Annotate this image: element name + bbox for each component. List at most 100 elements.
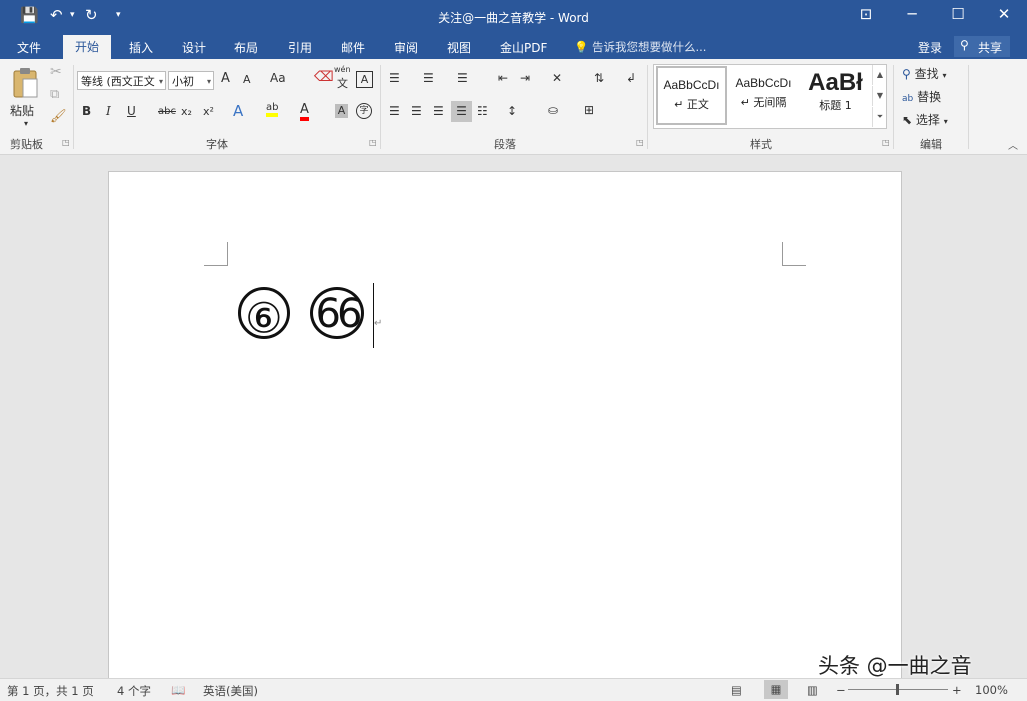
maximize-icon[interactable]: ☐ [943,5,973,23]
tab-review[interactable]: 审阅 [394,39,418,56]
crop-mark [782,242,783,266]
font-name-combo[interactable]: 等线 (西文正文 ▾ [77,71,166,90]
tab-file[interactable]: 文件 [17,39,41,56]
gallery-up-icon[interactable]: ▲ [872,65,887,85]
close-icon[interactable]: ✕ [989,5,1019,23]
style-name: ↵ 正文 [674,98,709,111]
phonetic-guide-icon[interactable]: 文 [337,75,348,91]
align-left-icon[interactable]: ☰ [389,104,400,118]
zoom-level[interactable]: 100% [975,683,1008,697]
paragraph-group-label: 段落 [494,138,516,151]
tab-kingsoft-pdf[interactable]: 金山PDF [500,39,547,56]
zoom-in-button[interactable]: + [952,683,962,697]
shading-bucket-icon[interactable]: ⛀ [548,103,558,117]
align-center-icon[interactable]: ☰ [411,104,422,118]
tab-mailings[interactable]: 邮件 [341,39,365,56]
zoom-out-button[interactable]: − [836,683,846,697]
sort-icon[interactable]: ⇅ [594,71,604,85]
web-layout-icon[interactable]: ▥ [807,683,818,697]
group-divider [380,65,381,149]
clipboard-launcher-icon[interactable]: ◳ [62,139,70,147]
multilevel-list-icon[interactable]: ☰ [457,71,468,85]
chevron-down-icon: ▾ [942,71,947,80]
share-button[interactable]: ⚲ 共享 [954,36,1010,57]
tell-me-search[interactable]: 💡 告诉我您想要做什么... [574,39,706,55]
editing-group-label: 编辑 [920,138,942,151]
read-mode-icon[interactable]: ▤ [731,683,742,697]
gallery-down-icon[interactable]: ▼ [872,86,887,106]
highlight-icon[interactable]: ab [266,102,279,117]
tab-view[interactable]: 视图 [447,39,471,56]
strikethrough-icon[interactable]: abc [158,106,176,117]
character-shading-icon[interactable]: A [335,104,348,118]
clear-formatting-icon[interactable]: ⌫ [314,69,334,85]
subscript-icon[interactable]: x₂ [181,105,192,118]
styles-launcher-icon[interactable]: ◳ [882,139,890,147]
show-marks-icon[interactable]: ↲ [626,71,636,85]
word-count[interactable]: 4 个字 [117,683,151,699]
grow-font-icon[interactable]: A [221,71,230,86]
person-add-icon: ⚲ [960,38,969,52]
page-count[interactable]: 第 1 页，共 1 页 [7,683,94,699]
format-painter-icon[interactable]: 🖌 [50,109,67,124]
enclose-characters-icon[interactable]: 字 [356,103,372,119]
underline-icon[interactable]: U [127,104,136,118]
login-link[interactable]: 登录 [918,39,942,56]
find-button[interactable]: ⚲ 查找 ▾ [902,65,946,82]
text-effects-icon[interactable]: A [233,102,243,120]
language-indicator[interactable]: 英语(美国) [203,683,258,699]
bold-icon[interactable]: B [82,104,91,118]
numbering-icon[interactable]: ☰ [423,71,434,85]
replace-icon: ab [902,94,914,104]
shrink-font-icon[interactable]: A [243,73,251,86]
font-size-combo[interactable]: 小初 ▾ [168,71,214,90]
replace-button[interactable]: ab 替换 [902,88,941,105]
tab-design[interactable]: 设计 [182,39,206,56]
cut-icon[interactable]: ✂ [50,64,62,80]
phonetic-guide-top[interactable]: wén [334,65,351,74]
tab-references[interactable]: 引用 [288,39,312,56]
proofing-icon[interactable]: 📖 [171,683,185,697]
tab-home[interactable]: 开始 [63,35,112,59]
character-border-icon[interactable]: A [356,71,373,88]
distributed-icon[interactable]: ☷ [477,104,488,118]
chinese-layout-icon[interactable]: ✕ [552,71,562,85]
gallery-more-icon[interactable]: ⏷ [872,107,887,127]
enclosed-character[interactable]: ⑥ [238,287,290,344]
align-right-icon[interactable]: ☰ [433,104,444,118]
enclosed-character-pair[interactable]: 66 [310,287,364,339]
group-divider [73,65,74,149]
paragraph-mark: ↵ [374,318,383,329]
line-spacing-icon[interactable]: ↕ [507,104,517,118]
minimize-icon[interactable]: ─ [897,5,927,23]
tab-layout[interactable]: 布局 [234,39,258,56]
paragraph-launcher-icon[interactable]: ◳ [636,139,644,147]
increase-indent-icon[interactable]: ⇥ [520,71,530,85]
select-button[interactable]: ⬉ 选择 ▾ [902,111,948,128]
enclosed-character-text: ⑥ [245,296,283,344]
ribbon-display-options-icon[interactable]: ⊡ [851,5,881,23]
title-bar: 💾 ↶ ▾ ↻ ▾ 关注@一曲之音教学 - Word ⊡ ─ ☐ ✕ [0,0,1027,34]
style-heading-1[interactable]: AaBł 标题 1 [800,66,871,125]
ribbon: 粘贴 ▾ ✂ ⧉ 🖌 剪贴板 ◳ 等线 (西文正文 ▾ 小初 ▾ A A Aa ⌫ … [0,59,1027,155]
zoom-slider-thumb[interactable] [896,684,899,695]
copy-icon[interactable]: ⧉ [50,87,59,102]
italic-icon[interactable]: I [106,104,111,118]
bullets-icon[interactable]: ☰ [389,71,400,85]
paste-dropdown-icon[interactable]: ▾ [10,119,42,128]
change-case-icon[interactable]: Aa [270,71,286,85]
paste-button[interactable]: 粘贴 ▾ [10,67,42,129]
print-layout-icon[interactable]: ▦ [764,680,788,699]
decrease-indent-icon[interactable]: ⇤ [498,71,508,85]
style-no-spacing[interactable]: AaBbCcDı ↵ 无间隔 [728,66,799,125]
find-label: 查找 [914,67,939,81]
font-color-icon[interactable]: A [300,102,309,121]
collapse-ribbon-icon[interactable]: ︿ [1008,137,1018,152]
tab-insert[interactable]: 插入 [129,39,153,56]
borders-icon[interactable]: ⊞ [584,103,594,117]
justify-icon[interactable]: ☰ [451,101,472,122]
style-normal[interactable]: AaBbCcDı ↵ 正文 [656,66,727,125]
superscript-icon[interactable]: x² [203,105,214,118]
font-launcher-icon[interactable]: ◳ [369,139,377,147]
font-name-value: 等线 (西文正文 [81,75,155,88]
